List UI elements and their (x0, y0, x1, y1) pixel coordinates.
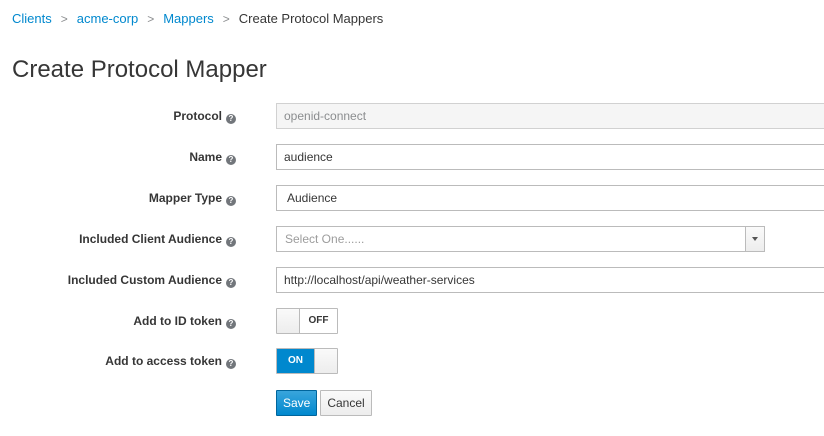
breadcrumb-acme-corp[interactable]: acme-corp (77, 11, 138, 27)
question-circle-icon[interactable]: ? (226, 278, 236, 288)
name-label: Name? (189, 144, 236, 170)
question-circle-icon[interactable]: ? (226, 155, 236, 165)
question-circle-icon[interactable]: ? (226, 359, 236, 369)
question-circle-icon[interactable]: ? (226, 114, 236, 124)
breadcrumb-separator: > (222, 12, 230, 26)
add-to-id-token-label: Add to ID token? (133, 308, 236, 334)
included-custom-audience-input[interactable]: http://localhost/api/weather-services (276, 267, 824, 293)
toggle-state-label: ON (277, 349, 314, 373)
included-client-audience-row: Included Client Audience? Select One....… (0, 226, 824, 252)
mapper-type-select[interactable]: Audience (276, 185, 824, 211)
add-to-id-token-row: Add to ID token? OFF (0, 308, 824, 334)
breadcrumb: Clients > acme-corp > Mappers > Create P… (12, 11, 383, 27)
included-client-audience-placeholder: Select One...... (285, 232, 365, 246)
add-to-access-token-toggle[interactable]: ON (276, 348, 338, 374)
add-to-access-token-row: Add to access token? ON (0, 348, 824, 374)
add-to-access-token-label: Add to access token? (105, 348, 236, 374)
mapper-type-row: Mapper Type? Audience (0, 185, 824, 211)
page-title: Create Protocol Mapper (12, 56, 267, 83)
breadcrumb-clients[interactable]: Clients (12, 11, 52, 27)
create-protocol-mapper-page: Clients > acme-corp > Mappers > Create P… (0, 0, 824, 436)
breadcrumb-separator: > (147, 12, 155, 26)
toggle-state-label: OFF (300, 309, 337, 333)
breadcrumb-separator: > (60, 12, 68, 26)
toggle-knob (277, 309, 300, 333)
name-row: Name? audience (0, 144, 824, 170)
included-custom-audience-row: Included Custom Audience? http://localho… (0, 267, 824, 293)
question-circle-icon[interactable]: ? (226, 196, 236, 206)
protocol-row: Protocol? openid-connect (0, 103, 824, 129)
save-button[interactable]: Save (276, 390, 317, 416)
included-client-audience-select[interactable]: Select One...... (276, 226, 765, 252)
included-custom-audience-label: Included Custom Audience? (68, 267, 236, 293)
protocol-field: openid-connect (276, 103, 824, 129)
protocol-label: Protocol? (173, 103, 236, 129)
cancel-button[interactable]: Cancel (320, 390, 372, 416)
breadcrumb-current: Create Protocol Mappers (238, 11, 384, 26)
question-circle-icon[interactable]: ? (226, 319, 236, 329)
add-to-id-token-toggle[interactable]: OFF (276, 308, 338, 334)
chevron-down-icon[interactable] (745, 227, 764, 251)
mapper-type-label: Mapper Type? (149, 185, 236, 211)
form-actions: Save Cancel (0, 390, 824, 416)
toggle-knob (314, 349, 337, 373)
name-input[interactable]: audience (276, 144, 824, 170)
included-client-audience-label: Included Client Audience? (79, 226, 236, 252)
breadcrumb-mappers[interactable]: Mappers (163, 11, 214, 27)
question-circle-icon[interactable]: ? (226, 237, 236, 247)
